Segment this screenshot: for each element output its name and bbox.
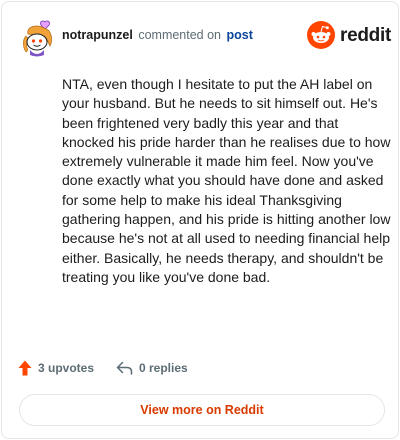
comment-byline: notrapunzel commented on post — [62, 28, 253, 42]
upvote-button[interactable]: 3 upvotes — [18, 358, 94, 378]
reddit-wordmark: reddit — [340, 25, 391, 46]
comment-header: notrapunzel commented on post reddit — [16, 14, 391, 58]
view-more-button[interactable]: View more on Reddit — [19, 394, 385, 426]
action-text: commented on — [138, 28, 222, 42]
upvote-arrow-icon — [18, 360, 32, 376]
post-link[interactable]: post — [227, 28, 253, 42]
snoo-avatar-icon — [23, 20, 52, 57]
user-avatar[interactable] — [20, 20, 58, 58]
reddit-comment-embed: notrapunzel commented on post reddit NTA… — [1, 1, 399, 439]
reddit-snoo-icon — [307, 21, 335, 49]
reply-count: 0 replies — [139, 361, 188, 375]
comment-actions: 3 upvotes 0 replies — [18, 358, 378, 378]
reply-button[interactable]: 0 replies — [116, 358, 188, 378]
reddit-logo[interactable]: reddit — [306, 20, 391, 50]
comment-body: NTA, even though I hesitate to put the A… — [62, 76, 391, 285]
username-link[interactable]: notrapunzel — [62, 28, 133, 42]
upvote-count: 3 upvotes — [38, 361, 95, 375]
reply-icon — [116, 361, 133, 375]
